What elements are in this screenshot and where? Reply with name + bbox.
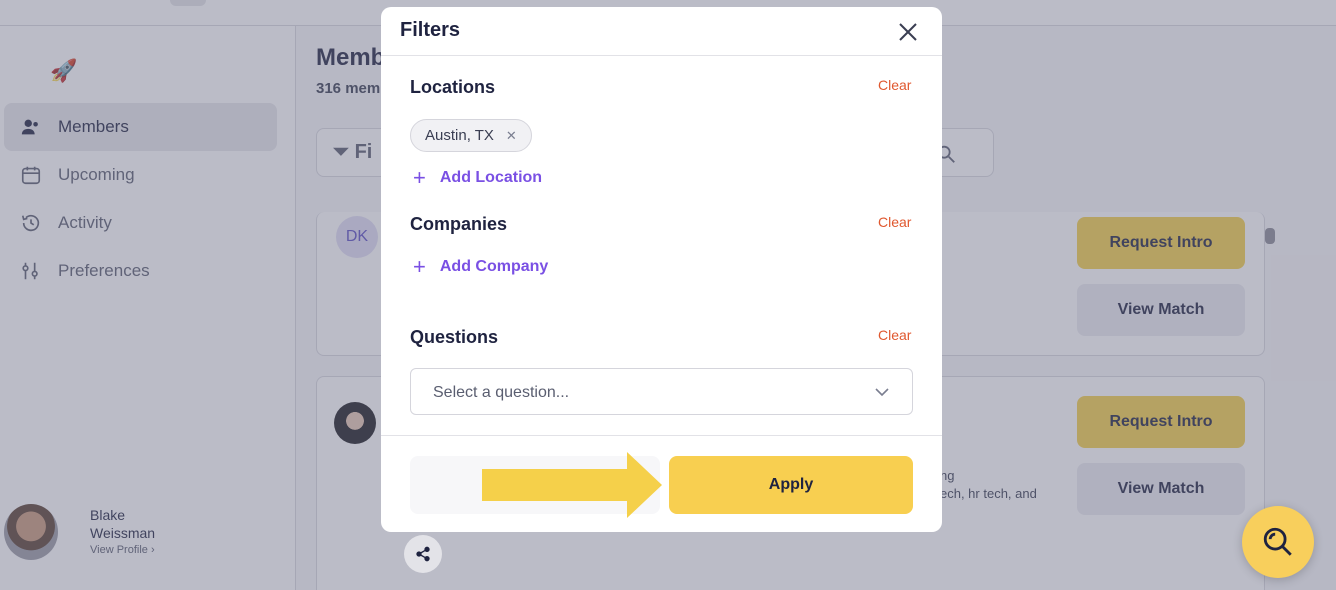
location-chip: Austin, TX ✕ [410,119,532,152]
locations-title: Locations [410,77,496,97]
clear-locations-button[interactable]: Clear [878,77,911,93]
share-button[interactable] [404,535,442,573]
add-location-label: Add Location [439,169,543,186]
chip-label: Austin, TX [425,127,494,144]
filters-modal: Filters Locations Clear Austin, TX ✕ + A… [381,7,942,532]
arrow-annotation-icon [482,452,662,518]
close-icon[interactable] [896,20,920,44]
companies-title: Companies [410,214,508,234]
modal-footer: Apply [381,435,942,532]
remove-chip-icon[interactable]: ✕ [506,128,517,144]
add-location-button[interactable]: + Add Location [413,167,542,189]
modal-header: Filters [381,7,942,56]
plus-icon: + [413,254,426,279]
chevron-down-icon [875,388,889,397]
add-company-label: Add Company [439,258,549,275]
question-select[interactable]: Select a question... [410,368,913,415]
add-company-button[interactable]: + Add Company [413,256,548,278]
apply-button[interactable]: Apply [669,456,913,514]
clear-companies-button[interactable]: Clear [878,214,911,230]
modal-title: Filters [400,19,461,41]
plus-icon: + [413,165,426,190]
search-fab-button[interactable] [1242,506,1314,578]
questions-title: Questions [410,327,499,347]
search-icon [1263,527,1292,556]
share-icon [416,546,430,562]
question-select-placeholder: Select a question... [433,384,570,401]
clear-questions-button[interactable]: Clear [878,327,911,343]
